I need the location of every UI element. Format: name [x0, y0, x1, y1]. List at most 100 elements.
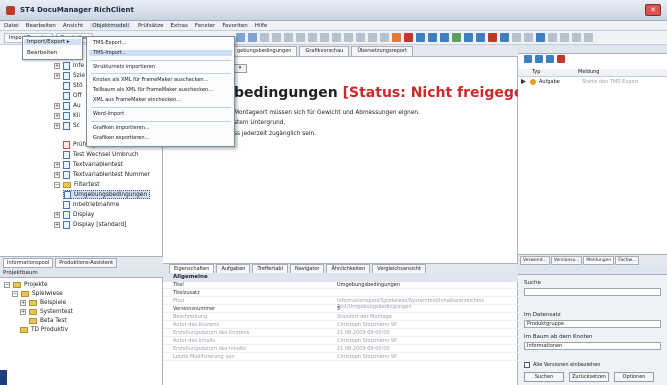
search-button[interactable]: Suchen [524, 372, 564, 382]
print-icon[interactable] [320, 33, 329, 42]
menu-item-xml-einchecken[interactable]: XML aus FrameMaker einchecken... [93, 97, 181, 103]
tree-node-field[interactable]: Informationen [524, 342, 661, 350]
import-icon[interactable] [356, 33, 365, 42]
menu-item-tms-export[interactable]: TMS-Export... [93, 40, 126, 46]
check-icon[interactable] [452, 33, 461, 42]
tree-item[interactable]: + Szie [54, 71, 85, 80]
filter-icon[interactable] [368, 33, 377, 42]
expand-icon[interactable] [521, 79, 526, 84]
tree-item[interactable]: − Spielwiese [12, 289, 63, 298]
property-row[interactable]: Versionsnummer 5 [163, 306, 518, 314]
forward-icon[interactable] [248, 33, 257, 42]
expand-icon[interactable]: + [54, 221, 60, 228]
collapse-icon[interactable]: − [12, 290, 18, 297]
tree-item[interactable]: + Display [54, 210, 94, 219]
expand-icon[interactable]: + [54, 171, 60, 178]
tree-item[interactable]: + Systemtest [20, 307, 73, 316]
tree-item[interactable]: − Filtertest [54, 180, 100, 189]
tree-icon[interactable] [464, 33, 473, 42]
dataset-field[interactable]: Produktgruppe [524, 320, 661, 328]
menu-item-tms-import[interactable]: TMS-Import... [89, 50, 232, 56]
tab-eigenschaften[interactable]: Eigenschaften [169, 264, 215, 273]
menu-item-import-export[interactable]: Import/Export ▸ [24, 39, 81, 45]
column-meldung[interactable]: Meldung [578, 69, 599, 75]
property-row[interactable]: Autor des Knotens Christoph Stolzmann SP [163, 322, 518, 330]
lock-icon[interactable] [488, 33, 497, 42]
expand-icon[interactable]: + [54, 72, 60, 79]
graph-icon[interactable] [536, 33, 545, 42]
options-button[interactable]: Optionen [614, 372, 654, 382]
tree-item[interactable]: Stö [63, 81, 83, 90]
task-row[interactable]: Aufgabe Starte den TMS-Export [518, 78, 667, 87]
diamond-icon[interactable] [500, 33, 509, 42]
close-window-button[interactable]: ✕ [645, 4, 661, 16]
settings-icon[interactable] [572, 33, 581, 42]
list-icon[interactable] [476, 33, 485, 42]
expand-icon[interactable]: + [20, 299, 26, 306]
expand-icon[interactable]: + [20, 308, 26, 315]
tree-item[interactable]: Inbetriebnahme [63, 200, 119, 209]
tab-grafikvorschau[interactable]: Grafikvorschau [299, 46, 350, 56]
help-icon[interactable] [548, 33, 557, 42]
cut-icon[interactable] [260, 33, 269, 42]
view-combo[interactable]: ▾ [233, 64, 247, 73]
back-icon[interactable] [236, 33, 245, 42]
tab-aufgaben[interactable]: Aufgaben [216, 264, 251, 273]
expand-icon[interactable]: + [54, 62, 60, 69]
tree-item[interactable]: + Sc [54, 121, 80, 130]
refresh-icon[interactable] [308, 33, 317, 42]
tab-uebersetzungsreport[interactable]: Übersetzungsreport [351, 46, 413, 56]
property-row[interactable]: Titelzusatz [163, 290, 518, 298]
tab-informationspool[interactable]: Informationspool [3, 258, 54, 268]
tree-item[interactable]: + Kli [54, 111, 80, 120]
menu-ansicht[interactable]: Ansicht [63, 23, 83, 29]
tree-item[interactable]: + Beispiele [20, 298, 66, 307]
link-icon[interactable] [440, 33, 449, 42]
expand-icon[interactable]: + [54, 161, 60, 168]
column-typ[interactable]: Typ [532, 69, 540, 75]
tree-item[interactable]: − Projekte [4, 280, 48, 289]
menu-hilfe[interactable]: Hilfe [255, 23, 268, 29]
menu-pruefsaetze[interactable]: Prüfsätze [138, 23, 164, 29]
collapse-icon[interactable]: − [4, 281, 10, 288]
zoom-icon[interactable] [524, 33, 533, 42]
menu-item-knoten-auschecken[interactable]: Knoten als XML für FrameMaker auschecken… [93, 77, 208, 83]
stop-icon[interactable] [404, 33, 413, 42]
menu-datei[interactable]: Datei [4, 23, 19, 29]
export-icon[interactable] [344, 33, 353, 42]
tab-versionsverlauf[interactable]: Versionsv... [550, 256, 583, 265]
arrow-left-icon[interactable] [416, 33, 425, 42]
property-row[interactable]: Erstellungsdatum des Inhalts 21.08.2009 0… [163, 346, 518, 354]
tab-navigator[interactable]: Navigator [289, 264, 325, 273]
menu-item-strukturnetz-importieren[interactable]: Strukturnetz importieren [93, 64, 155, 70]
arrow-right-icon[interactable] [428, 33, 437, 42]
grid-icon[interactable] [512, 33, 521, 42]
property-row[interactable]: Letzte Modifizierung von Christoph Stolzm… [163, 354, 518, 362]
tab-fachwoerter[interactable]: Fachw... [615, 256, 640, 265]
menu-fenster[interactable]: Fenster [195, 23, 215, 29]
tree-item[interactable]: + Infe [54, 61, 84, 70]
tab-vergleichsansicht[interactable]: Vergleichsansicht [372, 264, 427, 273]
delete-task-icon[interactable] [557, 55, 565, 63]
tab-treffertabelle[interactable]: Treffertabl [252, 264, 288, 273]
property-row[interactable]: Pfad Informationspool/Spielwiese/Systemte… [163, 298, 518, 310]
menu-item-grafiken-exportieren[interactable]: Grafiken exportieren... [93, 135, 149, 141]
menu-extras[interactable]: Extras [171, 23, 188, 29]
tab-verwendung[interactable]: Verwend... [520, 256, 550, 265]
property-row[interactable]: Erstellungsdatum des Knotens 21.08.2009 0… [163, 330, 518, 338]
all-versions-checkbox[interactable]: Alle Versionen einbeziehen [524, 362, 600, 368]
tree-item[interactable]: TD Produktiv [20, 325, 68, 334]
menu-favoriten[interactable]: Favoriten [222, 23, 247, 29]
tree-item-selected[interactable]: Umgebungsbedingungen [63, 190, 151, 199]
copy-icon[interactable] [272, 33, 281, 42]
paste-icon[interactable] [284, 33, 293, 42]
tab-meldungen[interactable]: Meldungen [583, 256, 615, 265]
delete-icon[interactable] [296, 33, 305, 42]
sort-icon[interactable] [380, 33, 389, 42]
new-task-icon[interactable] [524, 55, 532, 63]
tree-item[interactable]: + Au [54, 101, 81, 110]
property-row[interactable]: Beschreibung Standort der Montage [163, 314, 518, 322]
tab-umgebungsbedingungen[interactable]: gebungsbedingungen [231, 46, 298, 56]
checkbox-icon[interactable] [524, 362, 530, 368]
tree-item[interactable]: Test Wechsel Umbruch [63, 150, 139, 159]
